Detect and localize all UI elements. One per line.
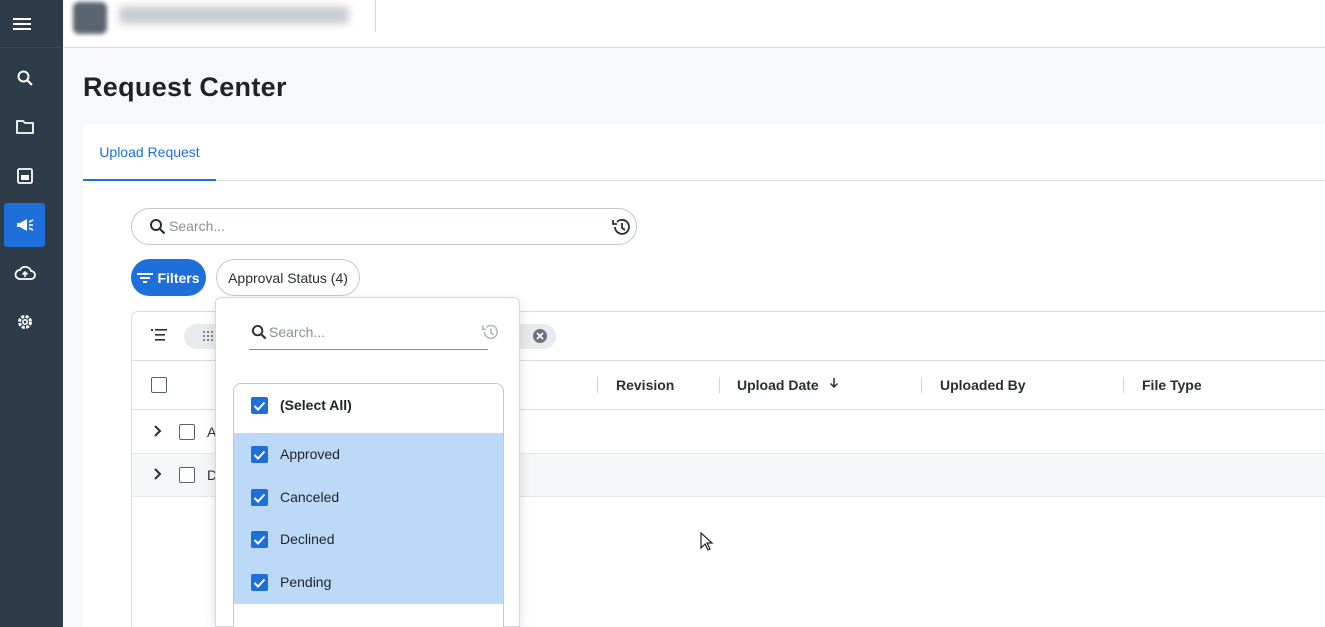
option-label: Canceled <box>280 489 340 505</box>
sidebar-item-requests[interactable] <box>4 203 45 247</box>
column-header-revision[interactable]: Revision <box>616 377 674 393</box>
checkmark-icon <box>253 401 266 411</box>
top-bar-divider <box>375 0 376 32</box>
option-pending[interactable]: Pending <box>234 561 503 604</box>
search-bar[interactable]: Search... <box>131 208 637 245</box>
column-header-upload-date-label: Upload Date <box>737 377 819 393</box>
checkmark-icon <box>253 450 266 460</box>
close-circle-icon[interactable] <box>532 328 548 344</box>
column-header-upload-date[interactable]: Upload Date <box>737 377 839 393</box>
drag-grip-icon[interactable] <box>202 330 214 342</box>
chevron-right-icon[interactable] <box>152 467 164 481</box>
sidebar-item-tasks[interactable] <box>4 154 45 198</box>
checkmark-icon <box>253 535 266 545</box>
org-logo <box>73 2 107 34</box>
checkbox-checked[interactable] <box>251 489 268 506</box>
column-separator <box>1123 377 1124 393</box>
checkbox-checked[interactable] <box>251 446 268 463</box>
checkmark-icon <box>253 493 266 503</box>
sidebar-item-settings[interactable] <box>4 300 45 344</box>
folder-icon <box>15 120 34 134</box>
option-canceled[interactable]: Canceled <box>234 476 503 519</box>
history-icon[interactable] <box>480 322 500 342</box>
tab-bar: Upload Request <box>83 124 1325 181</box>
option-approved[interactable]: Approved <box>234 433 503 476</box>
row-checkbox[interactable] <box>179 424 195 440</box>
option-label: (Select All) <box>280 397 352 413</box>
tab-upload-request[interactable]: Upload Request <box>83 124 216 181</box>
search-icon <box>17 70 33 86</box>
search-icon <box>150 219 166 235</box>
approval-status-dropdown: Search... (Select All) Approved Canceled <box>215 297 520 627</box>
search-icon <box>251 324 267 340</box>
column-list-icon[interactable] <box>151 328 167 342</box>
option-label: Declined <box>280 531 335 547</box>
checkbox-checked[interactable] <box>251 574 268 591</box>
row-checkbox[interactable] <box>179 467 195 483</box>
option-label: Pending <box>280 574 332 590</box>
sidebar <box>0 0 63 627</box>
top-bar <box>63 0 1325 48</box>
chevron-right-icon[interactable] <box>152 424 164 438</box>
megaphone-icon <box>16 219 33 231</box>
column-separator <box>921 377 922 393</box>
select-all-rows-checkbox[interactable] <box>151 377 167 393</box>
filter-lines-icon <box>137 272 154 283</box>
column-header-file-type[interactable]: File Type <box>1142 377 1202 393</box>
option-select-all[interactable]: (Select All) <box>234 384 503 427</box>
column-separator <box>719 377 720 393</box>
clipboard-icon <box>16 168 33 184</box>
cloud-upload-icon <box>14 265 36 280</box>
sidebar-item-folders[interactable] <box>4 105 45 149</box>
search-input[interactable]: Search... <box>169 218 225 234</box>
option-declined[interactable]: Declined <box>234 518 503 561</box>
option-label: Approved <box>280 446 340 462</box>
dropdown-options-list: (Select All) Approved Canceled Declined … <box>233 383 504 627</box>
page-title: Request Center <box>83 72 287 102</box>
checkbox-checked[interactable] <box>251 397 268 414</box>
mouse-cursor-icon <box>700 532 714 551</box>
dropdown-search-input[interactable]: Search... <box>269 324 325 340</box>
history-icon[interactable] <box>610 216 632 238</box>
sidebar-item-cloud[interactable] <box>4 251 45 295</box>
checkmark-icon <box>253 578 266 588</box>
sidebar-header <box>0 0 63 48</box>
hamburger-menu-icon[interactable] <box>12 16 32 32</box>
gear-icon <box>17 315 32 329</box>
sidebar-item-search[interactable] <box>4 56 45 100</box>
org-name-blurred <box>119 6 349 24</box>
filters-button[interactable]: Filters <box>131 259 206 296</box>
approval-status-filter-chip[interactable]: Approval Status (4) <box>216 259 360 296</box>
dropdown-search[interactable]: Search... <box>249 318 499 350</box>
column-header-uploaded-by[interactable]: Uploaded By <box>940 377 1026 393</box>
filters-button-label: Filters <box>157 269 200 286</box>
column-separator <box>597 377 598 393</box>
sort-down-arrow-icon[interactable] <box>829 377 839 389</box>
checkbox-checked[interactable] <box>251 531 268 548</box>
